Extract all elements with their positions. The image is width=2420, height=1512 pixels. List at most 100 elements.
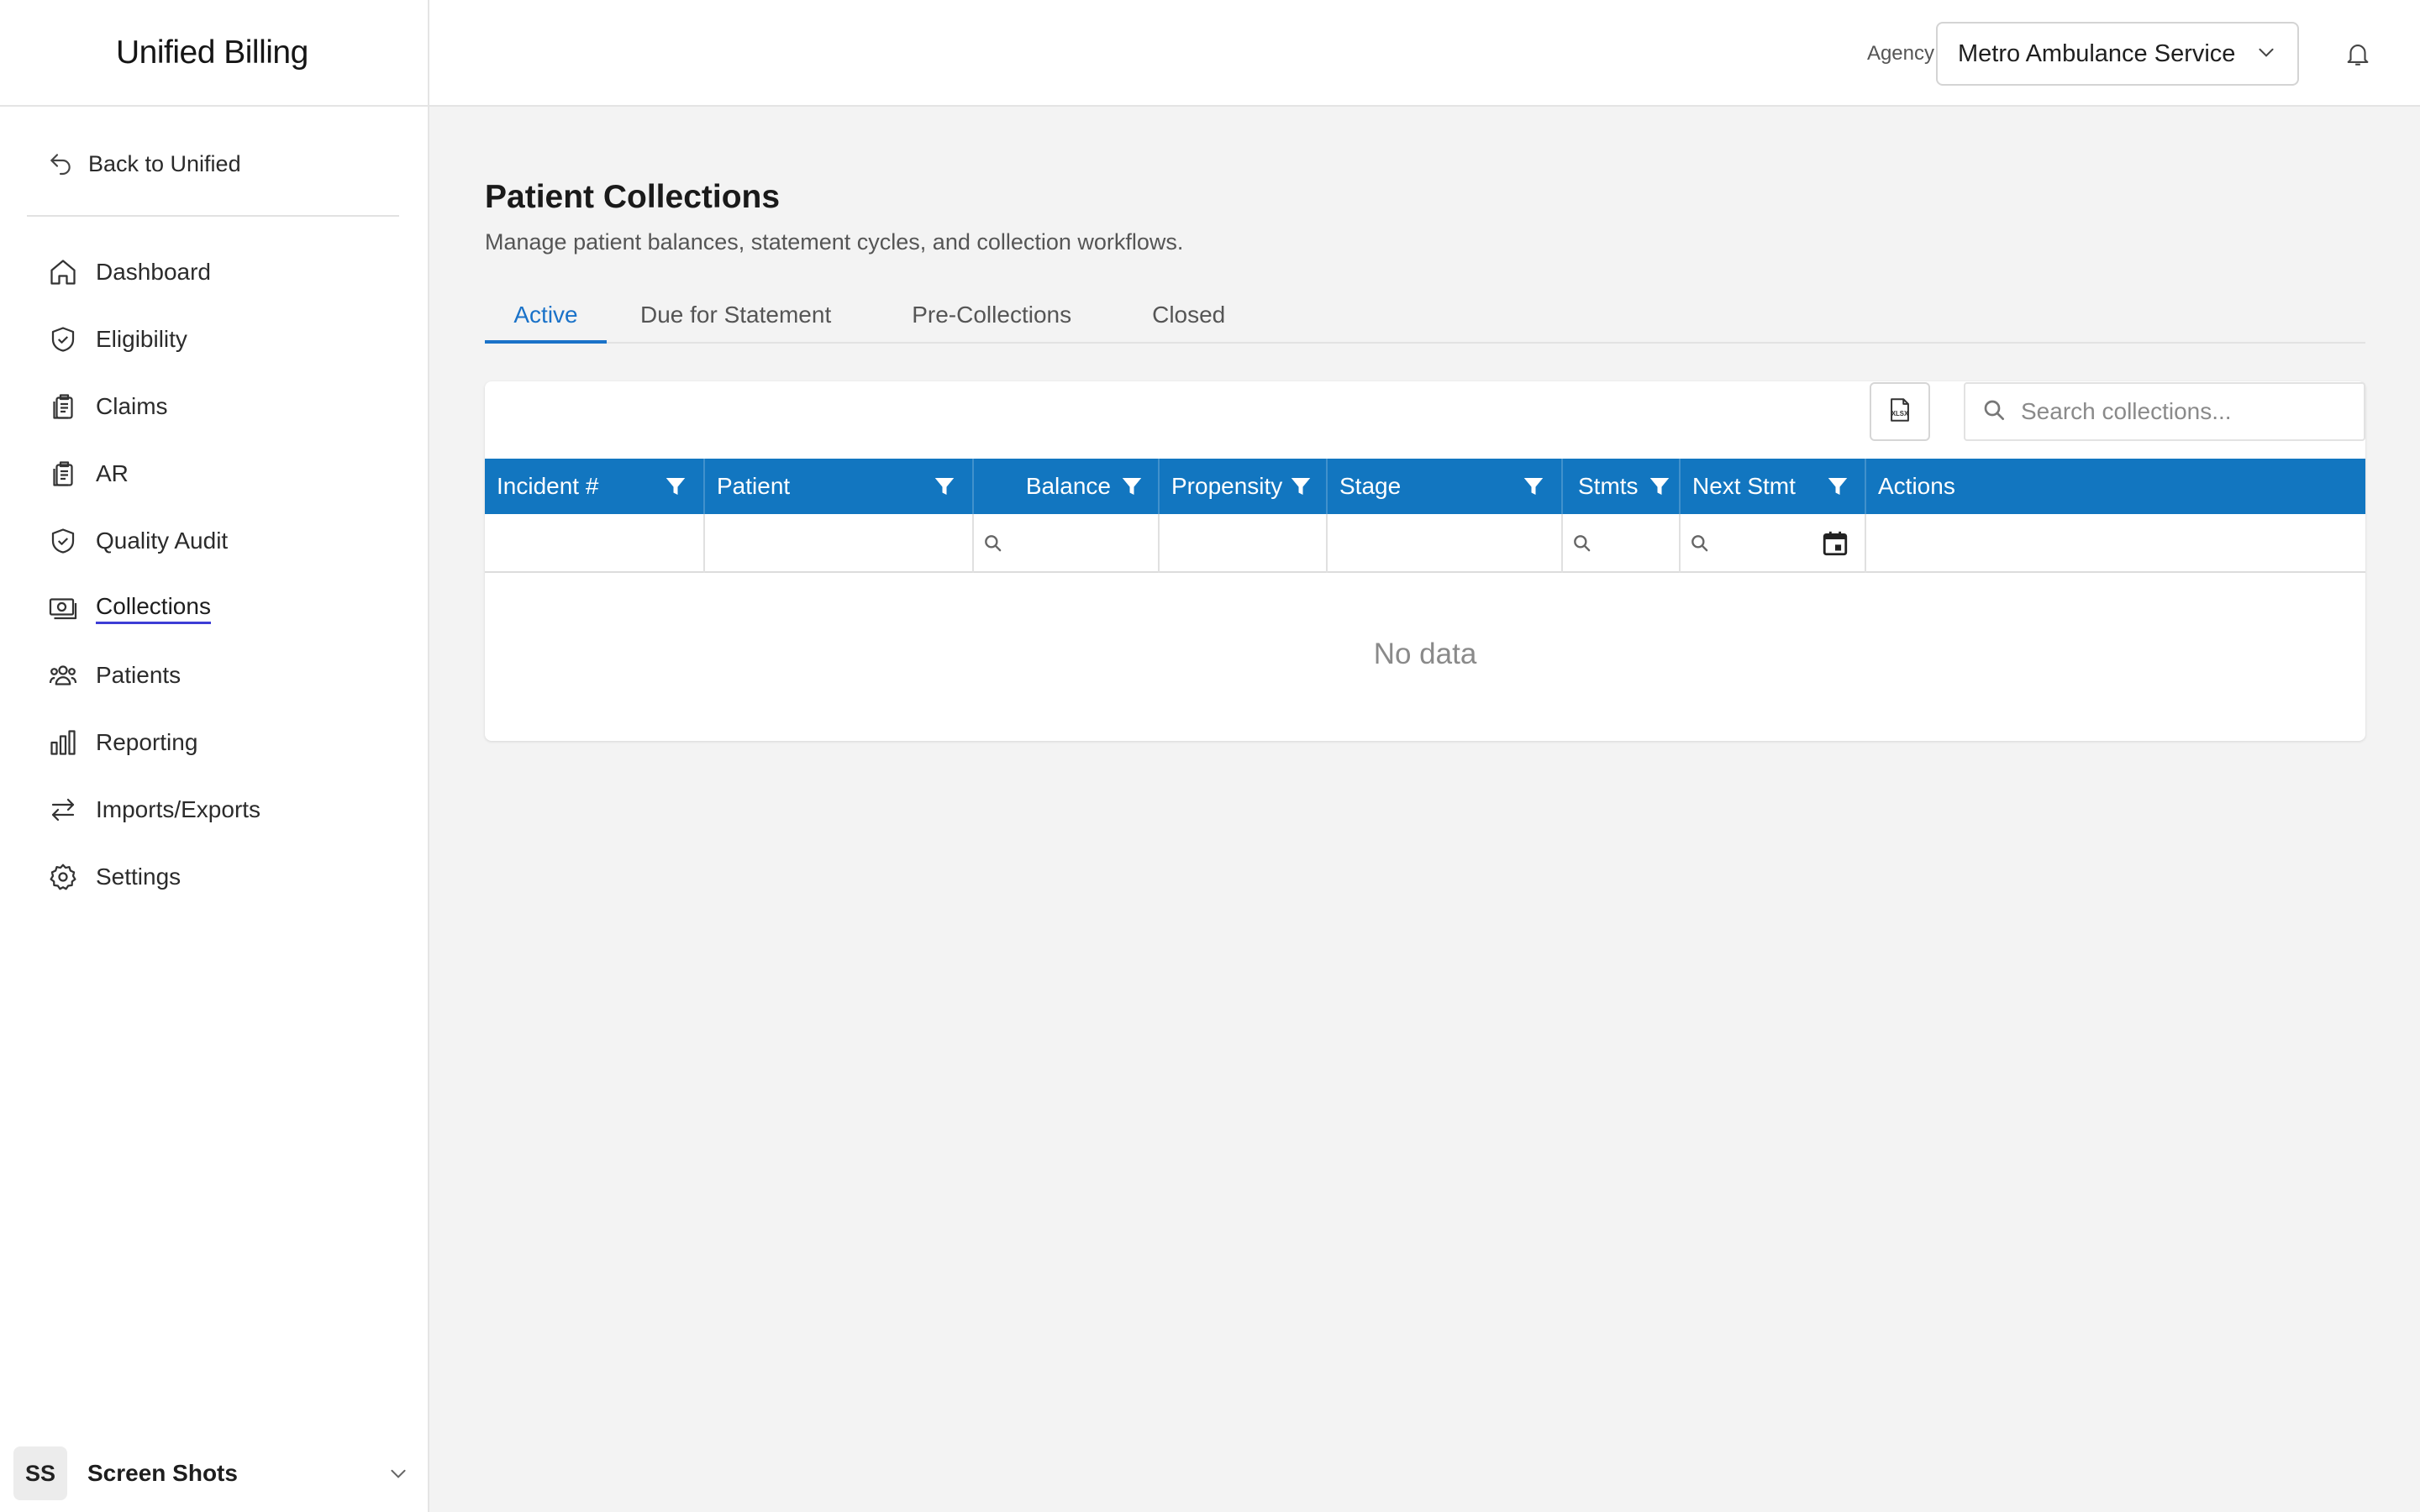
page-subtitle: Manage patient balances, statement cycle… (485, 229, 1184, 255)
search-input[interactable] (2021, 398, 2357, 425)
bar-chart-icon (47, 727, 79, 759)
column-header-propensity[interactable]: Propensity (1160, 459, 1328, 514)
search-icon (1574, 535, 1591, 552)
filter-cell-incident[interactable] (485, 514, 705, 573)
filter-cell-next-stmt[interactable] (1681, 514, 1866, 573)
sidebar: Unified Billing Back to Unified Dashboar… (0, 0, 429, 1512)
collections-grid-card: XLSX Incident # Patient (485, 381, 2365, 741)
column-header-label: Balance (1025, 473, 1111, 499)
sidebar-item-label: Claims (96, 393, 168, 419)
sidebar-item-quality-audit[interactable]: Quality Audit (0, 507, 428, 575)
back-link-label: Back to Unified (88, 150, 241, 176)
sidebar-item-label: Quality Audit (96, 528, 229, 554)
clipboard-icon (47, 458, 79, 490)
shield-check-icon (47, 525, 79, 557)
filter-cell-stage[interactable] (1328, 514, 1563, 573)
user-menu[interactable]: SS Screen Shots (13, 1446, 411, 1500)
sidebar-item-eligibility[interactable]: Eligibility (0, 306, 428, 373)
page-title: Patient Collections (485, 179, 781, 215)
chevron-down-icon (386, 1461, 411, 1486)
sidebar-item-reporting[interactable]: Reporting (0, 709, 428, 776)
column-header-label: Actions (1878, 473, 1955, 499)
svg-text:XLSX: XLSX (1891, 410, 1909, 417)
tab-closed[interactable]: Closed (1152, 290, 1225, 344)
sidebar-item-ar[interactable]: AR (0, 440, 428, 507)
tab-active[interactable]: Active (485, 290, 607, 344)
back-arrow-icon (46, 150, 75, 178)
clipboard-icon (47, 391, 79, 423)
sidebar-item-settings[interactable]: Settings (0, 843, 428, 911)
search-icon (1981, 396, 2007, 428)
filter-icon[interactable] (930, 472, 959, 501)
sidebar-item-label: Reporting (96, 729, 198, 755)
money-icon (47, 592, 79, 624)
user-name: Screen Shots (87, 1460, 238, 1486)
column-header-label: Stage (1339, 473, 1402, 499)
filter-row (485, 514, 2365, 573)
column-header-actions: Actions (1866, 459, 2365, 514)
collections-tabs: Active Due for Statement Pre-Collections… (485, 290, 2365, 344)
column-header-label: Incident # (497, 473, 599, 499)
column-header-patient[interactable]: Patient (705, 459, 974, 514)
filter-cell-stmts[interactable] (1563, 514, 1681, 573)
arrows-icon (47, 794, 79, 826)
avatar: SS (13, 1446, 67, 1500)
app-title: Unified Billing (116, 34, 308, 71)
brand: Unified Billing (0, 0, 428, 107)
sidebar-item-patients[interactable]: Patients (0, 642, 428, 709)
table-header-row: Incident # Patient Balance Propensity St… (485, 459, 2365, 514)
agency-select-value: Metro Ambulance Service (1958, 39, 2236, 67)
sidebar-item-imports-exports[interactable]: Imports/Exports (0, 776, 428, 843)
sidebar-item-collections[interactable]: Collections (0, 575, 428, 642)
export-xlsx-button[interactable]: XLSX (1870, 382, 1930, 441)
gear-icon (47, 861, 79, 893)
column-header-stmts[interactable]: Stmts (1563, 459, 1681, 514)
empty-state: No data (1373, 638, 1477, 670)
sidebar-divider (27, 215, 399, 217)
column-header-incident[interactable]: Incident # (485, 459, 705, 514)
sidebar-item-label: Eligibility (96, 326, 187, 352)
tab-pre-collections[interactable]: Pre-Collections (912, 290, 1071, 344)
filter-icon[interactable] (1286, 472, 1315, 501)
app-root: Unified Billing Back to Unified Dashboar… (0, 0, 2420, 1512)
search-icon (985, 535, 1002, 552)
filter-icon[interactable] (1519, 472, 1548, 501)
column-header-label: Next Stmt (1692, 473, 1796, 499)
top-bar: Agency Metro Ambulance Service (429, 0, 2420, 107)
sidebar-item-dashboard[interactable]: Dashboard (0, 239, 428, 306)
column-header-balance[interactable]: Balance (974, 459, 1160, 514)
sidebar-item-label: Settings (96, 864, 182, 890)
notifications-bell-icon[interactable] (2341, 37, 2375, 71)
shield-check-icon (47, 323, 79, 355)
tab-due-for-statement[interactable]: Due for Statement (640, 290, 831, 344)
collections-table: Incident # Patient Balance Propensity St… (485, 459, 2365, 736)
filter-cell-propensity[interactable] (1160, 514, 1328, 573)
filter-icon[interactable] (661, 472, 690, 501)
filter-icon[interactable] (1823, 472, 1852, 501)
search-collections-box (1964, 382, 2365, 441)
column-header-label: Propensity (1171, 473, 1283, 499)
sidebar-item-claims[interactable]: Claims (0, 373, 428, 440)
column-header-label: Stmts (1578, 473, 1639, 499)
filter-cell-patient[interactable] (705, 514, 974, 573)
calendar-icon[interactable] (1821, 529, 1849, 558)
sidebar-item-label: Patients (96, 662, 182, 688)
chevron-down-icon (2255, 41, 2277, 67)
back-to-unified-link[interactable]: Back to Unified (46, 134, 402, 194)
column-header-next-stmt[interactable]: Next Stmt (1681, 459, 1866, 514)
sidebar-nav: Dashboard Eligibility Claims AR Quality … (0, 239, 428, 911)
agency-select[interactable]: Metro Ambulance Service (1936, 22, 2299, 86)
filter-cell-actions (1866, 514, 2365, 573)
xlsx-export-icon: XLSX (1886, 396, 1914, 428)
agency-label: Agency (1866, 42, 1934, 65)
filter-icon[interactable] (1118, 472, 1146, 501)
sidebar-item-label: Imports/Exports (96, 796, 261, 822)
column-header-stage[interactable]: Stage (1328, 459, 1563, 514)
filter-icon[interactable] (1645, 472, 1674, 501)
search-icon (1691, 535, 1708, 552)
filter-cell-balance[interactable] (974, 514, 1160, 573)
column-header-label: Patient (717, 473, 791, 499)
sidebar-item-label: Collections (96, 593, 211, 624)
sidebar-item-label: AR (96, 460, 129, 486)
sidebar-item-label: Dashboard (96, 259, 211, 285)
